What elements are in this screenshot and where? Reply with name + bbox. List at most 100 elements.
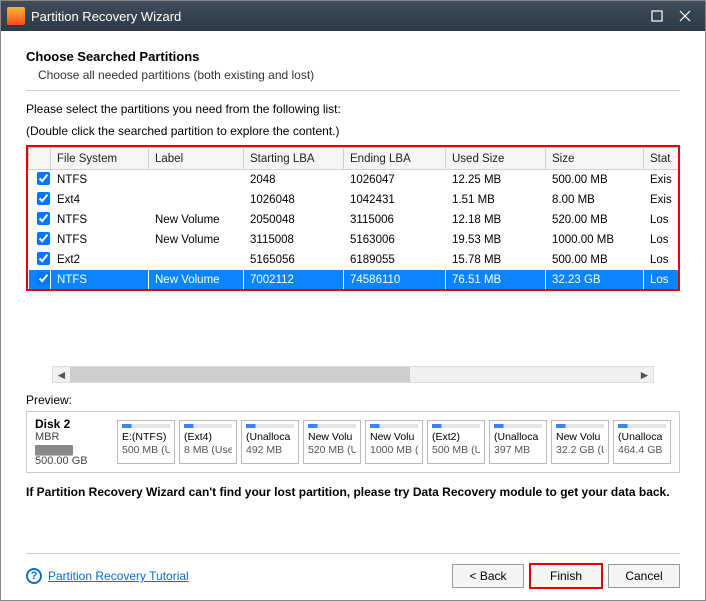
cell-fs: NTFS bbox=[51, 170, 149, 191]
partition-chip[interactable]: (Ext4)8 MB (Use bbox=[179, 420, 237, 464]
partition-chip[interactable]: E:(NTFS)500 MB (U bbox=[117, 420, 175, 464]
row-checkbox[interactable] bbox=[37, 252, 50, 265]
row-checkbox[interactable] bbox=[37, 192, 50, 205]
cell-size: 500.00 MB bbox=[546, 250, 644, 270]
cell-start: 2048 bbox=[244, 170, 344, 191]
horizontal-scrollbar[interactable]: ◄ ► bbox=[52, 366, 654, 383]
titlebar: Partition Recovery Wizard bbox=[1, 1, 705, 31]
chip-size: 464.4 GB bbox=[618, 444, 666, 457]
cell-fs: Ext2 bbox=[51, 250, 149, 270]
col-ending-lba[interactable]: Ending LBA bbox=[344, 148, 446, 170]
cell-used: 76.51 MB bbox=[446, 270, 546, 290]
content-area: Choose Searched Partitions Choose all ne… bbox=[1, 31, 705, 499]
col-checkbox[interactable] bbox=[29, 148, 51, 170]
instruction-line1: Please select the partitions you need fr… bbox=[26, 101, 680, 117]
table-row[interactable]: Ext25165056618905515.78 MB500.00 MBLos bbox=[29, 250, 680, 270]
cell-used: 12.25 MB bbox=[446, 170, 546, 191]
cell-used: 15.78 MB bbox=[446, 250, 546, 270]
cell-label: New Volume bbox=[149, 230, 244, 250]
app-icon bbox=[7, 7, 25, 25]
disk-capacity: 500.00 GB bbox=[35, 455, 113, 467]
col-size[interactable]: Size bbox=[546, 148, 644, 170]
partition-chip[interactable]: New Volu32.2 GB (U bbox=[551, 420, 609, 464]
cell-label bbox=[149, 250, 244, 270]
chip-name: (Unalloca bbox=[494, 431, 542, 444]
table-row[interactable]: NTFSNew Volume2050048311500612.18 MB520.… bbox=[29, 210, 680, 230]
cell-start: 5165056 bbox=[244, 250, 344, 270]
preview-box: Disk 2 MBR 500.00 GB E:(NTFS)500 MB (U(E… bbox=[26, 411, 680, 473]
chip-name: New Volu bbox=[308, 431, 356, 444]
cell-label: New Volume bbox=[149, 270, 244, 290]
back-button[interactable]: < Back bbox=[452, 564, 524, 588]
cell-fs: Ext4 bbox=[51, 190, 149, 210]
cell-size: 520.00 MB bbox=[546, 210, 644, 230]
col-used-size[interactable]: Used Size bbox=[446, 148, 546, 170]
disk-icon bbox=[35, 445, 73, 455]
row-checkbox[interactable] bbox=[37, 172, 50, 185]
help-icon[interactable]: ? bbox=[26, 568, 42, 584]
finish-button[interactable]: Finish bbox=[530, 564, 602, 588]
cell-start: 3115008 bbox=[244, 230, 344, 250]
scroll-left-icon[interactable]: ◄ bbox=[53, 367, 70, 382]
cell-used: 19.53 MB bbox=[446, 230, 546, 250]
table-row[interactable]: Ext4 102604810424311.51 MB8.00 MBExis bbox=[29, 190, 680, 210]
chip-name: New Volu bbox=[556, 431, 604, 444]
cell-label bbox=[149, 190, 244, 210]
recovery-note: If Partition Recovery Wizard can't find … bbox=[26, 485, 680, 499]
cell-end: 1042431 bbox=[344, 190, 446, 210]
chip-size: 520 MB (U bbox=[308, 444, 356, 457]
row-checkbox[interactable] bbox=[37, 212, 50, 225]
scrollbar-thumb[interactable] bbox=[70, 367, 410, 382]
table-row[interactable]: NTFSNew Volume3115008516300619.53 MB1000… bbox=[29, 230, 680, 250]
cell-size: 1000.00 MB bbox=[546, 230, 644, 250]
page-subheading: Choose all needed partitions (both exist… bbox=[38, 68, 680, 82]
cell-used: 12.18 MB bbox=[446, 210, 546, 230]
cell-end: 74586110 bbox=[344, 270, 446, 290]
maximize-button[interactable] bbox=[643, 6, 671, 26]
close-button[interactable] bbox=[671, 6, 699, 26]
chip-name: (Unalloca bbox=[246, 431, 294, 444]
partition-chip[interactable]: (Unalloca464.4 GB bbox=[613, 420, 671, 464]
chip-size: 492 MB bbox=[246, 444, 294, 457]
cell-end: 5163006 bbox=[344, 230, 446, 250]
partition-chip[interactable]: (Unalloca397 MB bbox=[489, 420, 547, 464]
chip-size: 397 MB bbox=[494, 444, 542, 457]
table-header-row: File System Label Starting LBA Ending LB… bbox=[29, 148, 680, 170]
table-row[interactable]: NTFS2048102604712.25 MB500.00 MBExis bbox=[29, 170, 680, 191]
cancel-button[interactable]: Cancel bbox=[608, 564, 680, 588]
col-status[interactable]: Stat bbox=[644, 148, 680, 170]
chip-size: 8 MB (Use bbox=[184, 444, 232, 457]
cell-start: 1026048 bbox=[244, 190, 344, 210]
instruction-line2: (Double click the searched partition to … bbox=[26, 123, 680, 139]
preview-label: Preview: bbox=[26, 393, 680, 407]
disk-name: Disk 2 bbox=[35, 417, 113, 431]
cell-status: Los bbox=[644, 230, 680, 250]
cell-size: 8.00 MB bbox=[546, 190, 644, 210]
table-row[interactable]: NTFSNew Volume70021127458611076.51 MB32.… bbox=[29, 270, 680, 290]
window-title: Partition Recovery Wizard bbox=[31, 9, 643, 24]
chip-size: 500 MB (U bbox=[432, 444, 480, 457]
footer: ? Partition Recovery Tutorial < Back Fin… bbox=[26, 553, 680, 588]
row-checkbox[interactable] bbox=[37, 272, 50, 285]
cell-status: Los bbox=[644, 270, 680, 290]
cell-status: Los bbox=[644, 210, 680, 230]
page-heading: Choose Searched Partitions bbox=[26, 49, 680, 64]
cell-size: 32.23 GB bbox=[546, 270, 644, 290]
col-label[interactable]: Label bbox=[149, 148, 244, 170]
chip-size: 500 MB (U bbox=[122, 444, 170, 457]
tutorial-link[interactable]: Partition Recovery Tutorial bbox=[48, 569, 189, 583]
partition-chip[interactable]: (Ext2)500 MB (U bbox=[427, 420, 485, 464]
partition-chip[interactable]: (Unalloca492 MB bbox=[241, 420, 299, 464]
cell-status: Exis bbox=[644, 190, 680, 210]
partition-chip[interactable]: New Volu520 MB (U bbox=[303, 420, 361, 464]
row-checkbox[interactable] bbox=[37, 232, 50, 245]
cell-used: 1.51 MB bbox=[446, 190, 546, 210]
partition-table[interactable]: File System Label Starting LBA Ending LB… bbox=[26, 145, 680, 291]
scroll-right-icon[interactable]: ► bbox=[636, 367, 653, 382]
partition-chip[interactable]: New Volu1000 MB ( bbox=[365, 420, 423, 464]
cell-status: Los bbox=[644, 250, 680, 270]
col-starting-lba[interactable]: Starting LBA bbox=[244, 148, 344, 170]
chip-name: (Ext2) bbox=[432, 431, 480, 444]
col-filesystem[interactable]: File System bbox=[51, 148, 149, 170]
chip-name: (Ext4) bbox=[184, 431, 232, 444]
